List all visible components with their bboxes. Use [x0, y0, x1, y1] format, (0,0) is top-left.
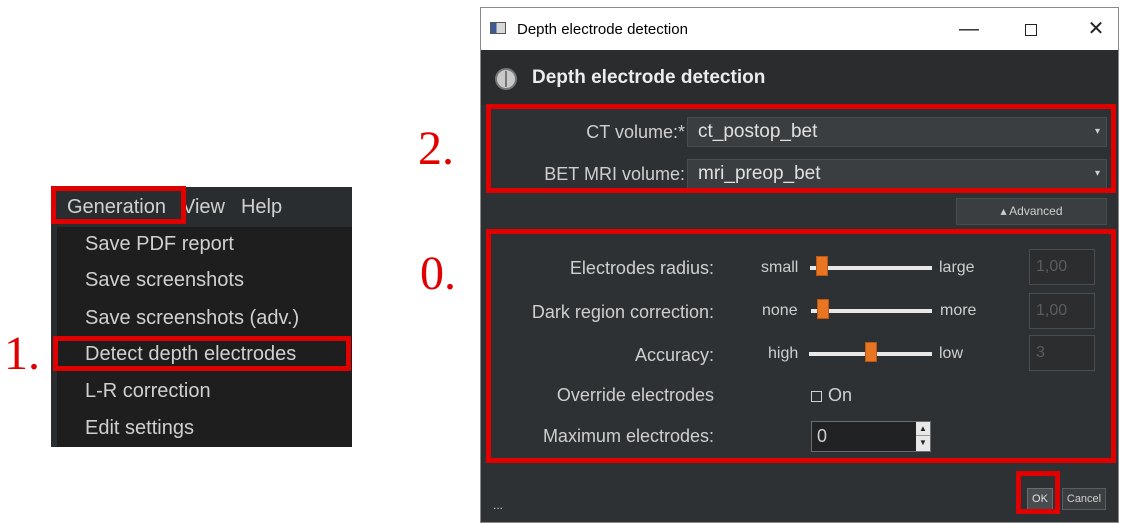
menu-item-save-pdf-report[interactable]: Save PDF report	[85, 233, 234, 256]
chevron-down-icon: ▾	[1094, 126, 1100, 137]
chevron-down-icon: ▾	[1094, 168, 1100, 179]
override-checkbox[interactable]	[811, 391, 822, 402]
accuracy-max-label: low	[939, 345, 964, 362]
mri-volume-value: mri_preop_bet	[698, 163, 821, 184]
dark-region-label: Dark region correction:	[531, 302, 714, 322]
max-electrodes-label: Maximum electrodes:	[542, 426, 714, 446]
close-button[interactable]: ✕	[1081, 14, 1111, 44]
radius-max-label: large	[939, 259, 975, 276]
ct-volume-select[interactable]: ct_postop_bet ▾	[687, 117, 1107, 147]
dark-max-label: more	[940, 302, 977, 319]
step-2-annotation: 2.	[418, 122, 454, 175]
spin-buttons: ▲ ▼	[916, 422, 930, 451]
accuracy-min-label: high	[768, 345, 799, 362]
minimize-button[interactable]: —	[954, 14, 984, 44]
electrodes-radius-label: Electrodes radius:	[569, 258, 714, 278]
maximize-button[interactable]	[1016, 14, 1046, 44]
step-1-annotation: 1.	[4, 327, 40, 380]
accuracy-slider-handle[interactable]	[864, 342, 877, 362]
window-titlebar: Depth electrode detection — ✕	[481, 8, 1118, 50]
menu-bar: Generation View Help	[51, 187, 352, 227]
depth-electrode-dialog: Depth electrode detection — ✕ Depth elec…	[480, 7, 1119, 523]
mri-volume-select[interactable]: mri_preop_bet ▾	[687, 159, 1107, 189]
dark-min-label: none	[762, 302, 798, 319]
override-electrodes-label: Override electrodes	[556, 385, 714, 405]
accuracy-value-field[interactable]: 3	[1029, 335, 1095, 371]
maximize-icon	[1025, 23, 1037, 36]
dialog-title: Depth electrode detection	[532, 67, 766, 88]
radius-slider-track[interactable]	[810, 266, 932, 270]
spin-up-icon[interactable]: ▲	[916, 422, 930, 436]
brain-icon	[495, 68, 517, 90]
advanced-toggle-button[interactable]: ▴ Advanced	[956, 198, 1107, 225]
window-title: Depth electrode detection	[517, 21, 688, 38]
dialog-header: Depth electrode detection	[481, 50, 1118, 105]
menu-item-save-screenshots-adv[interactable]: Save screenshots (adv.)	[85, 307, 299, 330]
radius-slider-handle[interactable]	[816, 256, 829, 276]
max-electrodes-value: 0	[817, 426, 828, 446]
menu-view[interactable]: View	[174, 187, 233, 227]
menu-generation[interactable]: Generation	[51, 187, 174, 227]
ct-volume-value: ct_postop_bet	[698, 121, 818, 142]
menu-item-save-screenshots[interactable]: Save screenshots	[85, 269, 244, 292]
menu-item-detect-depth-electrodes[interactable]: Detect depth electrodes	[85, 343, 296, 366]
max-electrodes-spinbox[interactable]: 0 ▲ ▼	[811, 421, 931, 452]
window-icon	[490, 22, 506, 34]
menu-item-edit-settings[interactable]: Edit settings	[85, 417, 194, 440]
dark-slider-track[interactable]	[811, 309, 932, 313]
step-0-annotation: 0.	[420, 247, 456, 300]
radius-value-field[interactable]: 1,00	[1029, 249, 1095, 285]
ct-volume-label: CT volume:*	[586, 122, 685, 142]
menu-help[interactable]: Help	[233, 187, 290, 227]
radius-min-label: small	[761, 259, 799, 276]
accuracy-label: Accuracy:	[634, 345, 714, 365]
generation-dropdown: Save PDF report Save screenshots Save sc…	[51, 227, 352, 447]
menu-item-lr-correction[interactable]: L-R correction	[85, 380, 211, 403]
ok-button[interactable]: OK	[1027, 488, 1053, 510]
override-checkbox-label[interactable]: On	[828, 385, 852, 406]
dark-value-field[interactable]: 1,00	[1029, 293, 1095, 329]
mri-volume-label: BET MRI volume:	[544, 164, 685, 184]
status-ellipsis: ...	[493, 498, 504, 512]
spin-down-icon[interactable]: ▼	[916, 436, 930, 450]
cancel-button[interactable]: Cancel	[1062, 488, 1106, 510]
dark-slider-handle[interactable]	[817, 299, 830, 319]
